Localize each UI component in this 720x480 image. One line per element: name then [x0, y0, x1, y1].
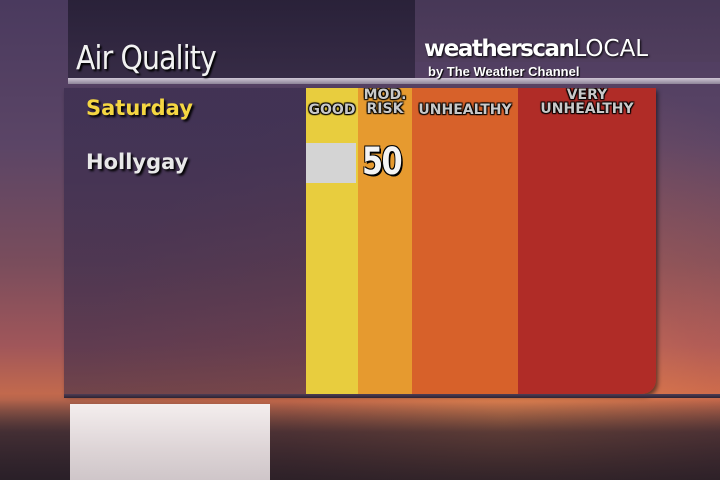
logo-local: LOCAL	[573, 36, 649, 62]
panel-bottom-divider	[64, 394, 720, 398]
band-moderate-risk	[358, 88, 412, 394]
location-name: Hollygay	[86, 150, 189, 174]
logo-tagline: by The Weather Channel	[428, 64, 580, 79]
band-label-good: GOOD	[306, 103, 358, 117]
band-label-line: GOOD	[308, 102, 356, 118]
band-label-line: RISK	[366, 101, 404, 117]
forecast-day: Saturday	[86, 96, 193, 120]
band-label-line: VERY	[566, 88, 608, 103]
band-label-unhealthy: UNHEALTHY	[412, 103, 518, 117]
page-title: Air Quality	[76, 38, 217, 77]
band-label-moderate-risk: MOD. RISK	[358, 88, 412, 116]
band-label-line: MOD.	[363, 88, 407, 103]
band-label-very-unhealthy: VERY UNHEALTHY	[518, 88, 656, 116]
lower-info-panel	[70, 404, 270, 480]
band-label-line: UNHEALTHY	[418, 102, 512, 118]
band-very-unhealthy	[518, 88, 656, 394]
aqi-value: 50	[362, 140, 403, 183]
air-quality-panel: GOOD MOD. RISK UNHEALTHY VERY UNHEALTHY …	[64, 88, 656, 394]
aqi-indicator-bar	[306, 143, 356, 183]
title-divider	[68, 78, 720, 84]
logo-brand: weatherscan	[424, 36, 575, 62]
band-unhealthy	[412, 88, 518, 394]
weatherscan-logo: weatherscanLOCAL	[424, 36, 648, 62]
band-good	[306, 88, 358, 394]
band-label-line: UNHEALTHY	[540, 101, 634, 117]
